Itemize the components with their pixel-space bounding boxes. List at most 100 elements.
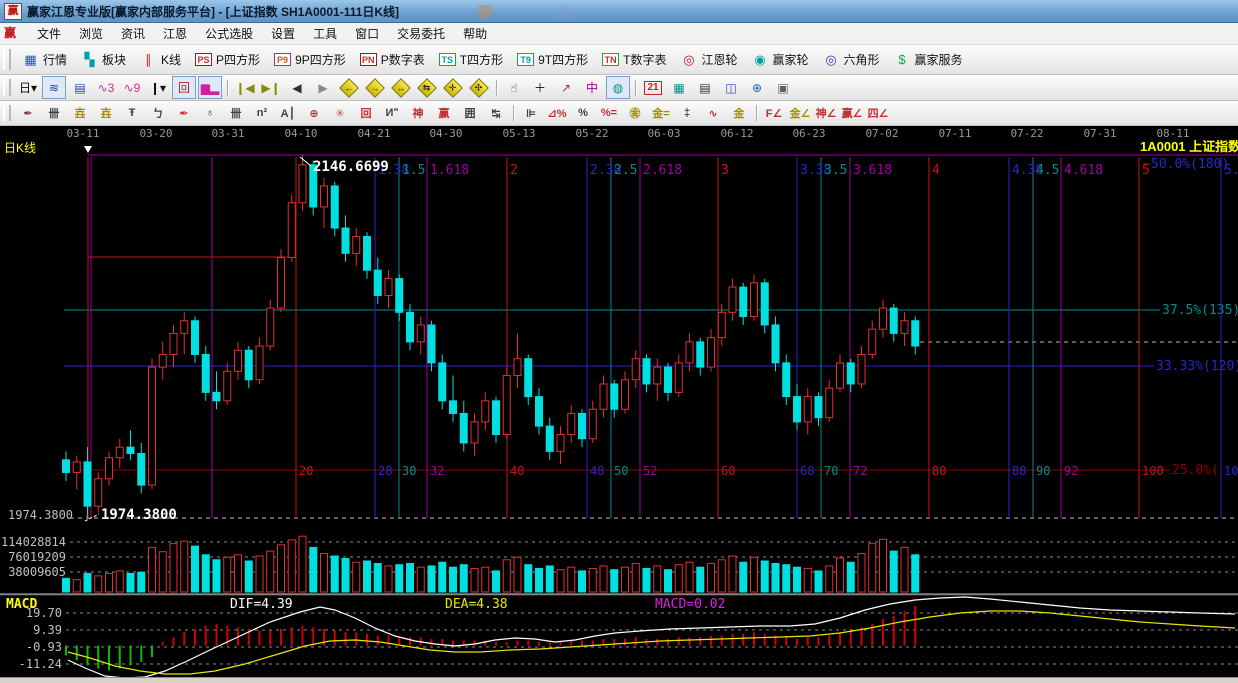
- menu-item-3[interactable]: 江恩: [154, 22, 196, 45]
- nine-t-square-button[interactable]: T9 9T四方形: [510, 49, 595, 70]
- nine-p-square-button[interactable]: P9 9P四方形: [267, 49, 353, 70]
- gold-circle-tool[interactable]: ㊎: [623, 102, 647, 125]
- date-tick: 04-21: [357, 127, 391, 140]
- last-page-button[interactable]: ▶❙: [259, 76, 283, 99]
- calendar-button[interactable]: 21: [641, 76, 665, 99]
- candle-style-button[interactable]: ❙▾: [146, 76, 170, 99]
- ying-angle-tool[interactable]: 赢∠: [840, 102, 864, 125]
- chart-3-button[interactable]: ∿3: [94, 76, 118, 99]
- winner-wheel-button[interactable]: ◉ 赢家轮: [744, 49, 815, 70]
- save-button[interactable]: ◫: [719, 76, 743, 99]
- circle-cross-tool[interactable]: ⊕: [302, 102, 326, 125]
- trend-tool-button[interactable]: ↗: [554, 76, 578, 99]
- gold-section-tool[interactable]: 壵: [68, 102, 92, 125]
- nine-p-square-icon: P9: [274, 53, 292, 66]
- price-scale-tool[interactable]: ⊫: [519, 102, 543, 125]
- toolbar-grip[interactable]: [3, 49, 11, 70]
- gold-section2-tool[interactable]: 壵: [94, 102, 118, 125]
- f-angle-tool[interactable]: F∠: [762, 102, 786, 125]
- web-button[interactable]: ⊕: [745, 76, 769, 99]
- zoom-horizontal-button[interactable]: ↔: [389, 76, 413, 99]
- percent-slope-tool[interactable]: ⊿%: [545, 102, 569, 125]
- wave-mark-tool[interactable]: Иʺ: [380, 102, 404, 125]
- chart-canvas[interactable]: 50.0%(180)37.5%(135)33.33%(120)25.0%(120…: [0, 140, 1238, 677]
- next-page-button[interactable]: ▶: [311, 76, 335, 99]
- gold-angle-tool[interactable]: 金∠: [788, 102, 812, 125]
- time-count-label: 48: [590, 464, 604, 478]
- brain-tool-button[interactable]: ◍: [606, 76, 630, 99]
- square-spiral-tool[interactable]: 回: [354, 102, 378, 125]
- volume-profile-button[interactable]: ▆▂: [198, 76, 222, 99]
- pan-right-button[interactable]: →: [363, 76, 387, 99]
- prev-page-button[interactable]: ◀: [285, 76, 309, 99]
- menu-item-1[interactable]: 浏览: [70, 22, 112, 45]
- menu-item-4[interactable]: 公式选股: [196, 22, 262, 45]
- zigzag-tool-button[interactable]: ≋: [42, 76, 66, 99]
- quotes-button[interactable]: ▦ 行情: [15, 49, 74, 70]
- cycle-tool[interactable]: ♁: [198, 102, 222, 125]
- p-square-button[interactable]: PS P四方形: [188, 49, 267, 70]
- menu-items: 文件 浏览 资讯 江恩 公式选股 设置 工具 窗口 交易委托 帮助: [28, 22, 496, 45]
- hand-tool-button[interactable]: ☝: [502, 76, 526, 99]
- shen-tool[interactable]: 神: [406, 102, 430, 125]
- first-page-button[interactable]: ❙◀: [233, 76, 257, 99]
- fit-all-button[interactable]: ✣: [467, 76, 491, 99]
- gann-marker-button[interactable]: 中: [580, 76, 604, 99]
- grid2-tool[interactable]: 卌: [224, 102, 248, 125]
- percent-tool[interactable]: %: [571, 102, 595, 125]
- h-measure-tool[interactable]: ↹: [484, 102, 508, 125]
- chip-pattern-button[interactable]: 回: [172, 76, 196, 99]
- star-cycle-tool[interactable]: ✳: [328, 102, 352, 125]
- fibonacci-tool[interactable]: Ŧ: [120, 102, 144, 125]
- menu-item-2[interactable]: 资讯: [112, 22, 154, 45]
- menu-item-5[interactable]: 设置: [262, 22, 304, 45]
- h-measure-icon: ↹: [491, 107, 501, 120]
- grid-123-tool[interactable]: 囲: [458, 102, 482, 125]
- notes-button[interactable]: ▤: [693, 76, 717, 99]
- time-count-label: 90: [1036, 464, 1050, 478]
- gann-compass-tool[interactable]: ✒: [16, 102, 40, 125]
- pen-mark-tool[interactable]: ‡: [675, 102, 699, 125]
- hexagon-button[interactable]: ◎ 六角形: [816, 49, 887, 70]
- t-square-button[interactable]: TS T四方形: [432, 49, 510, 70]
- menu-item-8[interactable]: 交易委托: [388, 22, 454, 45]
- toolbar-separator: [227, 79, 228, 96]
- menu-item-7[interactable]: 窗口: [346, 22, 388, 45]
- p-number-table-button[interactable]: PN P数字表: [353, 49, 432, 70]
- toolbar-grip[interactable]: [3, 78, 11, 97]
- percent-line-tool[interactable]: %=: [597, 102, 621, 125]
- wave-tool[interactable]: ∿: [701, 102, 725, 125]
- compress-button[interactable]: ⇆: [415, 76, 439, 99]
- kline-period-button[interactable]: 日▾: [16, 76, 40, 99]
- toolbar-grip[interactable]: [3, 104, 11, 122]
- title-bar[interactable]: 赢 赢家江恩专业版[赢家内部服务平台] - [上证指数 SH1A0001-111…: [0, 0, 1238, 23]
- calculator-button[interactable]: ▦: [667, 76, 691, 99]
- angle-tool[interactable]: A⎮: [276, 102, 300, 125]
- chart-9-button[interactable]: ∿9: [120, 76, 144, 99]
- winner-service-button[interactable]: $ 赢家服务: [887, 49, 970, 70]
- menu-item-9[interactable]: 帮助: [454, 22, 496, 45]
- four-angle-tool[interactable]: 四∠: [866, 102, 890, 125]
- crosshair-button[interactable]: ＋: [528, 76, 552, 99]
- t-number-table-button[interactable]: TN T数字表: [595, 49, 673, 70]
- volume-profile-icon: ▆▂: [200, 80, 220, 95]
- time-grid-tool[interactable]: 卌: [42, 102, 66, 125]
- menu-item-6[interactable]: 工具: [304, 22, 346, 45]
- macd-scale-tick: -11.24: [19, 657, 62, 671]
- workstation-button[interactable]: ▣: [771, 76, 795, 99]
- sectors-button[interactable]: ▚ 板块: [74, 49, 133, 70]
- shen-angle-icon: 神∠: [815, 108, 837, 120]
- gann-wheel-button[interactable]: ◎ 江恩轮: [673, 49, 744, 70]
- compass2-tool[interactable]: ✒: [172, 102, 196, 125]
- kline-button[interactable]: ∥ K线: [133, 49, 188, 70]
- ying-tool[interactable]: 赢: [432, 102, 456, 125]
- gold2-tool[interactable]: 金: [727, 102, 751, 125]
- shen-angle-tool[interactable]: 神∠: [814, 102, 838, 125]
- pan-left-button[interactable]: ←: [337, 76, 361, 99]
- menu-item-0[interactable]: 文件: [28, 22, 70, 45]
- info-panel-button[interactable]: ▤: [68, 76, 92, 99]
- square-of-n-tool[interactable]: n²: [250, 102, 274, 125]
- spiral-tool[interactable]: ㄅ: [146, 102, 170, 125]
- gold-line-tool[interactable]: 金=: [649, 102, 673, 125]
- expand-button[interactable]: ✛: [441, 76, 465, 99]
